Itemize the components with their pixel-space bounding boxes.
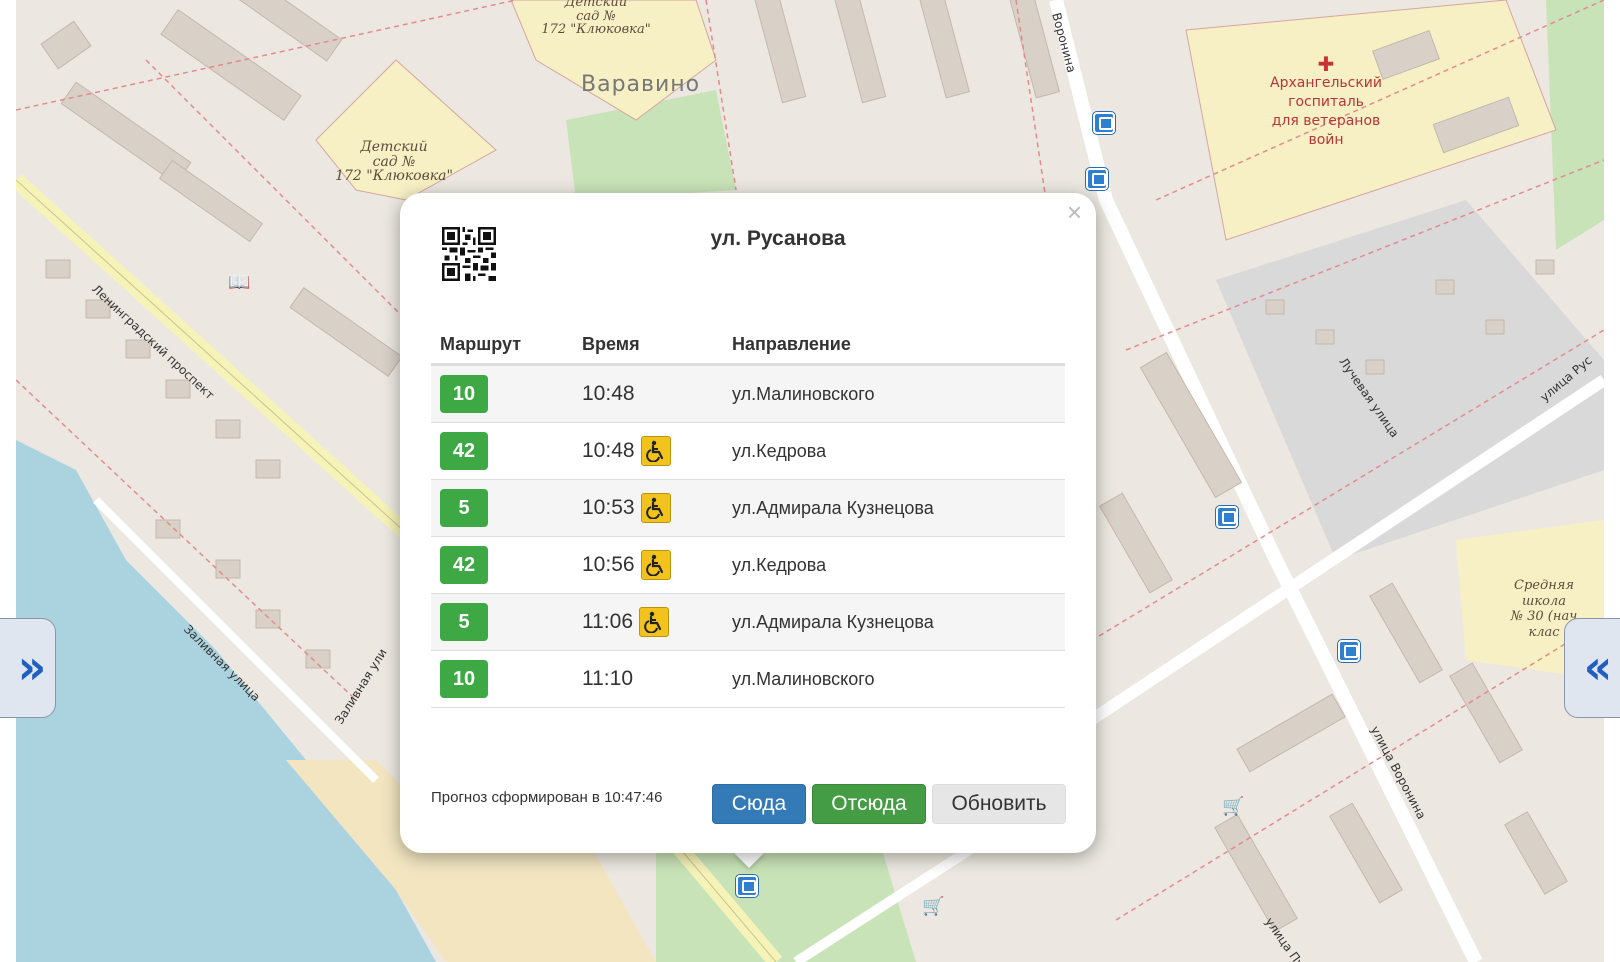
arrival-time: 10:53	[582, 496, 635, 519]
route-cell: 5	[431, 479, 573, 537]
schedule-body: 10 10:48 ул.Малиновского 42 10:48 ул.Кедрова 5…	[431, 364, 1065, 708]
route-here-button[interactable]: Сюда	[712, 784, 806, 824]
time-cell: 10:53	[573, 479, 723, 537]
col-time-header: Время	[573, 326, 723, 366]
shop-icon: 🛒	[922, 896, 945, 916]
route-badge[interactable]: 10	[440, 375, 488, 413]
time-cell: 10:48	[573, 364, 723, 423]
district-label: Варавино	[581, 72, 701, 97]
popup-tip	[733, 852, 765, 868]
close-icon[interactable]: ×	[1067, 199, 1082, 225]
wheelchair-accessible-icon	[639, 607, 669, 637]
schedule-row[interactable]: 5 10:53 ул.Адмирала Кузнецова	[431, 479, 1065, 537]
bus-stop-icon[interactable]	[1093, 112, 1115, 134]
hospital-icon: ✚	[1317, 52, 1335, 76]
route-badge[interactable]: 42	[440, 546, 488, 584]
schedule-row[interactable]: 10 11:10 ул.Малиновского	[431, 650, 1065, 708]
route-cell: 10	[431, 364, 573, 423]
stop-popup: × ул. Русанова Маршрут Время Направление	[400, 193, 1096, 853]
bus-stop-icon-selected[interactable]	[736, 875, 758, 897]
direction-cell: ул.Адмирала Кузнецова	[723, 479, 1065, 537]
arrival-time: 10:56	[582, 553, 635, 576]
route-badge[interactable]: 10	[440, 660, 488, 698]
route-from-button[interactable]: Отсюда	[812, 784, 926, 824]
schedule-row[interactable]: 42 10:48 ул.Кедрова	[431, 422, 1065, 480]
time-cell: 11:10	[573, 650, 723, 708]
refresh-button[interactable]: Обновить	[932, 784, 1066, 824]
col-route-header: Маршрут	[431, 326, 573, 366]
schedule-row[interactable]: 5 11:06 ул.Адмирала Кузнецова	[431, 593, 1065, 651]
schedule-row[interactable]: 10 10:48 ул.Малиновского	[431, 364, 1065, 423]
shop-icon: 🛒	[1222, 796, 1245, 816]
schedule-row[interactable]: 42 10:56 ул.Кедрова	[431, 536, 1065, 594]
wheelchair-accessible-icon	[640, 550, 671, 580]
hospital-label: ✚ Архангельский госпиталь для ветеранов …	[1256, 54, 1396, 150]
col-direction-header: Направление	[723, 326, 1065, 366]
double-chevron-right-icon: »	[17, 639, 47, 696]
arrival-time: 10:48	[582, 382, 635, 405]
direction-cell: ул.Кедрова	[723, 422, 1065, 480]
route-cell: 10	[431, 650, 573, 708]
arrival-time: 10:48	[582, 439, 635, 462]
direction-cell: ул.Малиновского	[723, 650, 1065, 708]
kindergarten-label-top: Детский сад № 172 "Клюковка"	[541, 0, 651, 38]
route-badge[interactable]: 42	[440, 432, 488, 470]
schedule-table: Маршрут Время Направление 10 10:48 ул.Мали…	[431, 326, 1065, 708]
stop-title: ул. Русанова	[710, 227, 846, 250]
time-cell: 10:48	[573, 422, 723, 480]
arrival-time: 11:10	[582, 667, 633, 690]
bus-stop-icon[interactable]	[1216, 506, 1238, 528]
direction-cell: ул.Кедрова	[723, 536, 1065, 594]
double-chevron-left-icon: «	[1583, 639, 1613, 696]
route-cell: 5	[431, 593, 573, 651]
kindergarten-label: Детский сад № 172 "Клюковка"	[335, 139, 453, 185]
library-icon: 📖	[228, 272, 251, 292]
time-cell: 11:06	[573, 593, 723, 651]
direction-cell: ул.Малиновского	[723, 364, 1065, 423]
route-cell: 42	[431, 536, 573, 594]
bus-stop-icon[interactable]	[1086, 168, 1108, 190]
route-cell: 42	[431, 422, 573, 480]
arrival-time: 11:06	[582, 610, 633, 633]
expand-right-panel-button[interactable]: «	[1564, 618, 1620, 718]
forecast-timestamp: Прогноз сформирован в 10:47:46	[431, 789, 663, 806]
route-badge[interactable]: 5	[440, 603, 488, 641]
expand-left-panel-button[interactable]: »	[0, 618, 56, 718]
bus-stop-icon[interactable]	[1338, 640, 1360, 662]
route-badge[interactable]: 5	[440, 489, 488, 527]
time-cell: 10:56	[573, 536, 723, 594]
wheelchair-accessible-icon	[640, 493, 671, 523]
direction-cell: ул.Адмирала Кузнецова	[723, 593, 1065, 651]
wheelchair-accessible-icon	[640, 436, 671, 466]
